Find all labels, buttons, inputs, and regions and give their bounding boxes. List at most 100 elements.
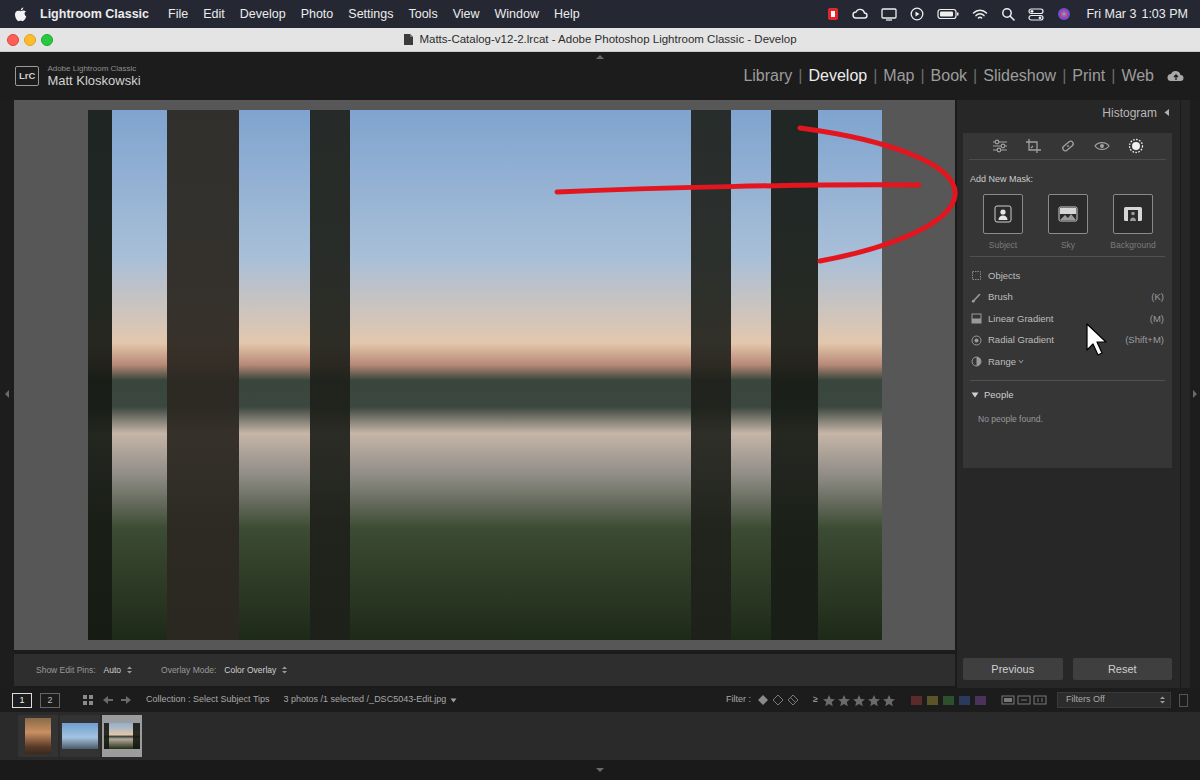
filmstrip-thumbnail[interactable] xyxy=(18,715,58,757)
module-tab[interactable]: Library xyxy=(743,64,792,88)
overlay-mode-value[interactable]: Color Overlay xyxy=(224,664,276,677)
collapse-bottom-icon xyxy=(595,767,605,773)
flag-filter-icon[interactable] xyxy=(787,694,799,706)
filmstrip-thumbnail[interactable] xyxy=(60,715,100,757)
window-controls xyxy=(0,34,80,46)
edit-pins-value[interactable]: Auto xyxy=(104,664,122,677)
record-indicator-icon[interactable] xyxy=(827,7,839,21)
selection-info[interactable]: 3 photos /1 selected /_DSC5043-Edit.jpg xyxy=(284,693,447,707)
zoom-button[interactable] xyxy=(41,34,53,46)
mask-tool-icon xyxy=(1127,138,1145,154)
dropdown-caret-icon[interactable] xyxy=(450,698,457,703)
control-center-icon[interactable] xyxy=(1028,8,1044,21)
menu-bar-date[interactable]: Fri Mar 3 xyxy=(1086,5,1136,24)
mask-tool-row[interactable]: Radial Gradient(Shift+M) xyxy=(963,330,1172,352)
module-tab[interactable]: Slideshow xyxy=(983,64,1056,88)
filter-toggle-icon[interactable] xyxy=(1033,695,1047,705)
creative-cloud-icon[interactable] xyxy=(852,7,868,21)
histogram-header[interactable]: Histogram xyxy=(963,100,1172,125)
module-tab[interactable]: Print xyxy=(1072,64,1105,88)
module-tab[interactable]: Map xyxy=(883,64,914,88)
previous-button[interactable]: Previous xyxy=(963,658,1063,681)
menu-item[interactable]: File xyxy=(168,5,188,24)
menu-item[interactable]: Edit xyxy=(203,5,225,24)
module-tab[interactable]: Develop xyxy=(808,64,867,88)
photo[interactable] xyxy=(88,110,882,640)
back-arrow-icon[interactable] xyxy=(102,695,114,705)
star-icon xyxy=(822,694,836,707)
left-panel-toggle[interactable] xyxy=(0,100,14,688)
edit-pins-control[interactable]: Show Edit Pins:Auto xyxy=(36,664,133,677)
color-label-swatch[interactable] xyxy=(911,696,922,705)
mask-type-button[interactable]: Background xyxy=(1103,194,1163,250)
filmstrip-thumbnail[interactable] xyxy=(102,715,142,757)
siri-icon[interactable] xyxy=(1057,7,1071,21)
app-menu[interactable]: Lightroom Classic xyxy=(40,5,149,24)
edit-tool-button[interactable] xyxy=(1025,138,1043,154)
mask-type-box[interactable] xyxy=(1048,194,1088,234)
menu-item[interactable]: Window xyxy=(495,5,539,24)
rating-filter-stars[interactable] xyxy=(822,694,897,707)
overlay-mode-control[interactable]: Overlay Mode:Color Overlay xyxy=(161,664,288,677)
flag-filter-icon[interactable] xyxy=(772,694,784,706)
play-circle-icon[interactable] xyxy=(910,7,924,21)
people-section-header[interactable]: People xyxy=(963,388,1172,402)
menu-item[interactable]: View xyxy=(453,5,480,24)
display-icon[interactable] xyxy=(881,7,897,21)
module-separator: | xyxy=(1062,64,1066,88)
menu-item[interactable]: Help xyxy=(554,5,580,24)
menu-item[interactable]: Tools xyxy=(408,5,437,24)
grid-view-icon[interactable] xyxy=(82,694,94,706)
sliders-tool-icon xyxy=(991,138,1009,154)
menu-item[interactable]: Develop xyxy=(240,5,286,24)
window-view-button[interactable]: 2 xyxy=(40,693,60,708)
filter-bar: Filter :≥Filters Off xyxy=(726,692,1188,708)
mask-tool-row[interactable]: Range xyxy=(963,351,1172,373)
edit-tool-button[interactable] xyxy=(1059,138,1077,154)
filmstrip-scroll-box[interactable] xyxy=(1179,694,1188,707)
mask-type-box[interactable] xyxy=(1113,194,1153,234)
apple-logo-icon[interactable] xyxy=(14,7,27,22)
center-column: Show Edit Pins:Auto Overlay Mode:Color Ov… xyxy=(14,100,955,688)
rating-operator[interactable]: ≥ xyxy=(813,693,818,707)
color-label-swatch[interactable] xyxy=(927,696,938,705)
menu-bar-time[interactable]: 1:03 PM xyxy=(1141,5,1188,24)
color-label-swatch[interactable] xyxy=(959,696,970,705)
module-tab[interactable]: Book xyxy=(931,64,967,88)
menu-item[interactable]: Photo xyxy=(301,5,334,24)
dropdown-caret-icon xyxy=(1018,359,1024,364)
forward-arrow-icon[interactable] xyxy=(120,695,132,705)
filmstrip-toggle[interactable] xyxy=(0,760,1200,780)
flag-filter-icon[interactable] xyxy=(757,694,769,706)
module-separator: | xyxy=(873,64,877,88)
wifi-icon[interactable] xyxy=(972,8,988,21)
mask-tool-row[interactable]: Objects xyxy=(963,265,1172,287)
color-label-swatch[interactable] xyxy=(943,696,954,705)
edit-tool-button[interactable] xyxy=(1127,138,1145,154)
cloud-sync-icon[interactable] xyxy=(1166,68,1186,84)
panel-scrollbar[interactable] xyxy=(1180,100,1190,688)
mask-type-box[interactable] xyxy=(983,194,1023,234)
toolbar: Show Edit Pins:Auto Overlay Mode:Color Ov… xyxy=(14,654,955,686)
top-panel-toggle-icon[interactable] xyxy=(595,54,605,60)
close-button[interactable] xyxy=(7,34,19,46)
right-panel-toggle[interactable] xyxy=(1190,100,1200,688)
mask-tool-row[interactable]: Linear Gradient(M) xyxy=(963,308,1172,330)
window-view-button[interactable]: 1 xyxy=(12,693,32,708)
battery-icon[interactable] xyxy=(937,8,959,20)
mask-type-button[interactable]: Sky xyxy=(1038,194,1098,250)
minimize-button[interactable] xyxy=(24,34,36,46)
color-label-swatch[interactable] xyxy=(975,696,986,705)
filter-toggle-icon[interactable] xyxy=(1001,695,1015,705)
edit-tool-button[interactable] xyxy=(1093,138,1111,154)
filter-toggle-icon[interactable] xyxy=(1017,695,1031,705)
identity-text: Adobe Lightroom ClassicMatt Kloskowski xyxy=(47,64,140,88)
filter-preset-dropdown[interactable]: Filters Off xyxy=(1057,692,1171,708)
mask-tool-row[interactable]: Brush(K) xyxy=(963,287,1172,309)
search-icon[interactable] xyxy=(1001,7,1015,21)
edit-tool-button[interactable] xyxy=(991,138,1009,154)
mask-type-button[interactable]: Subject xyxy=(973,194,1033,250)
module-tab[interactable]: Web xyxy=(1121,64,1154,88)
reset-button[interactable]: Reset xyxy=(1073,658,1173,681)
menu-item[interactable]: Settings xyxy=(348,5,393,24)
